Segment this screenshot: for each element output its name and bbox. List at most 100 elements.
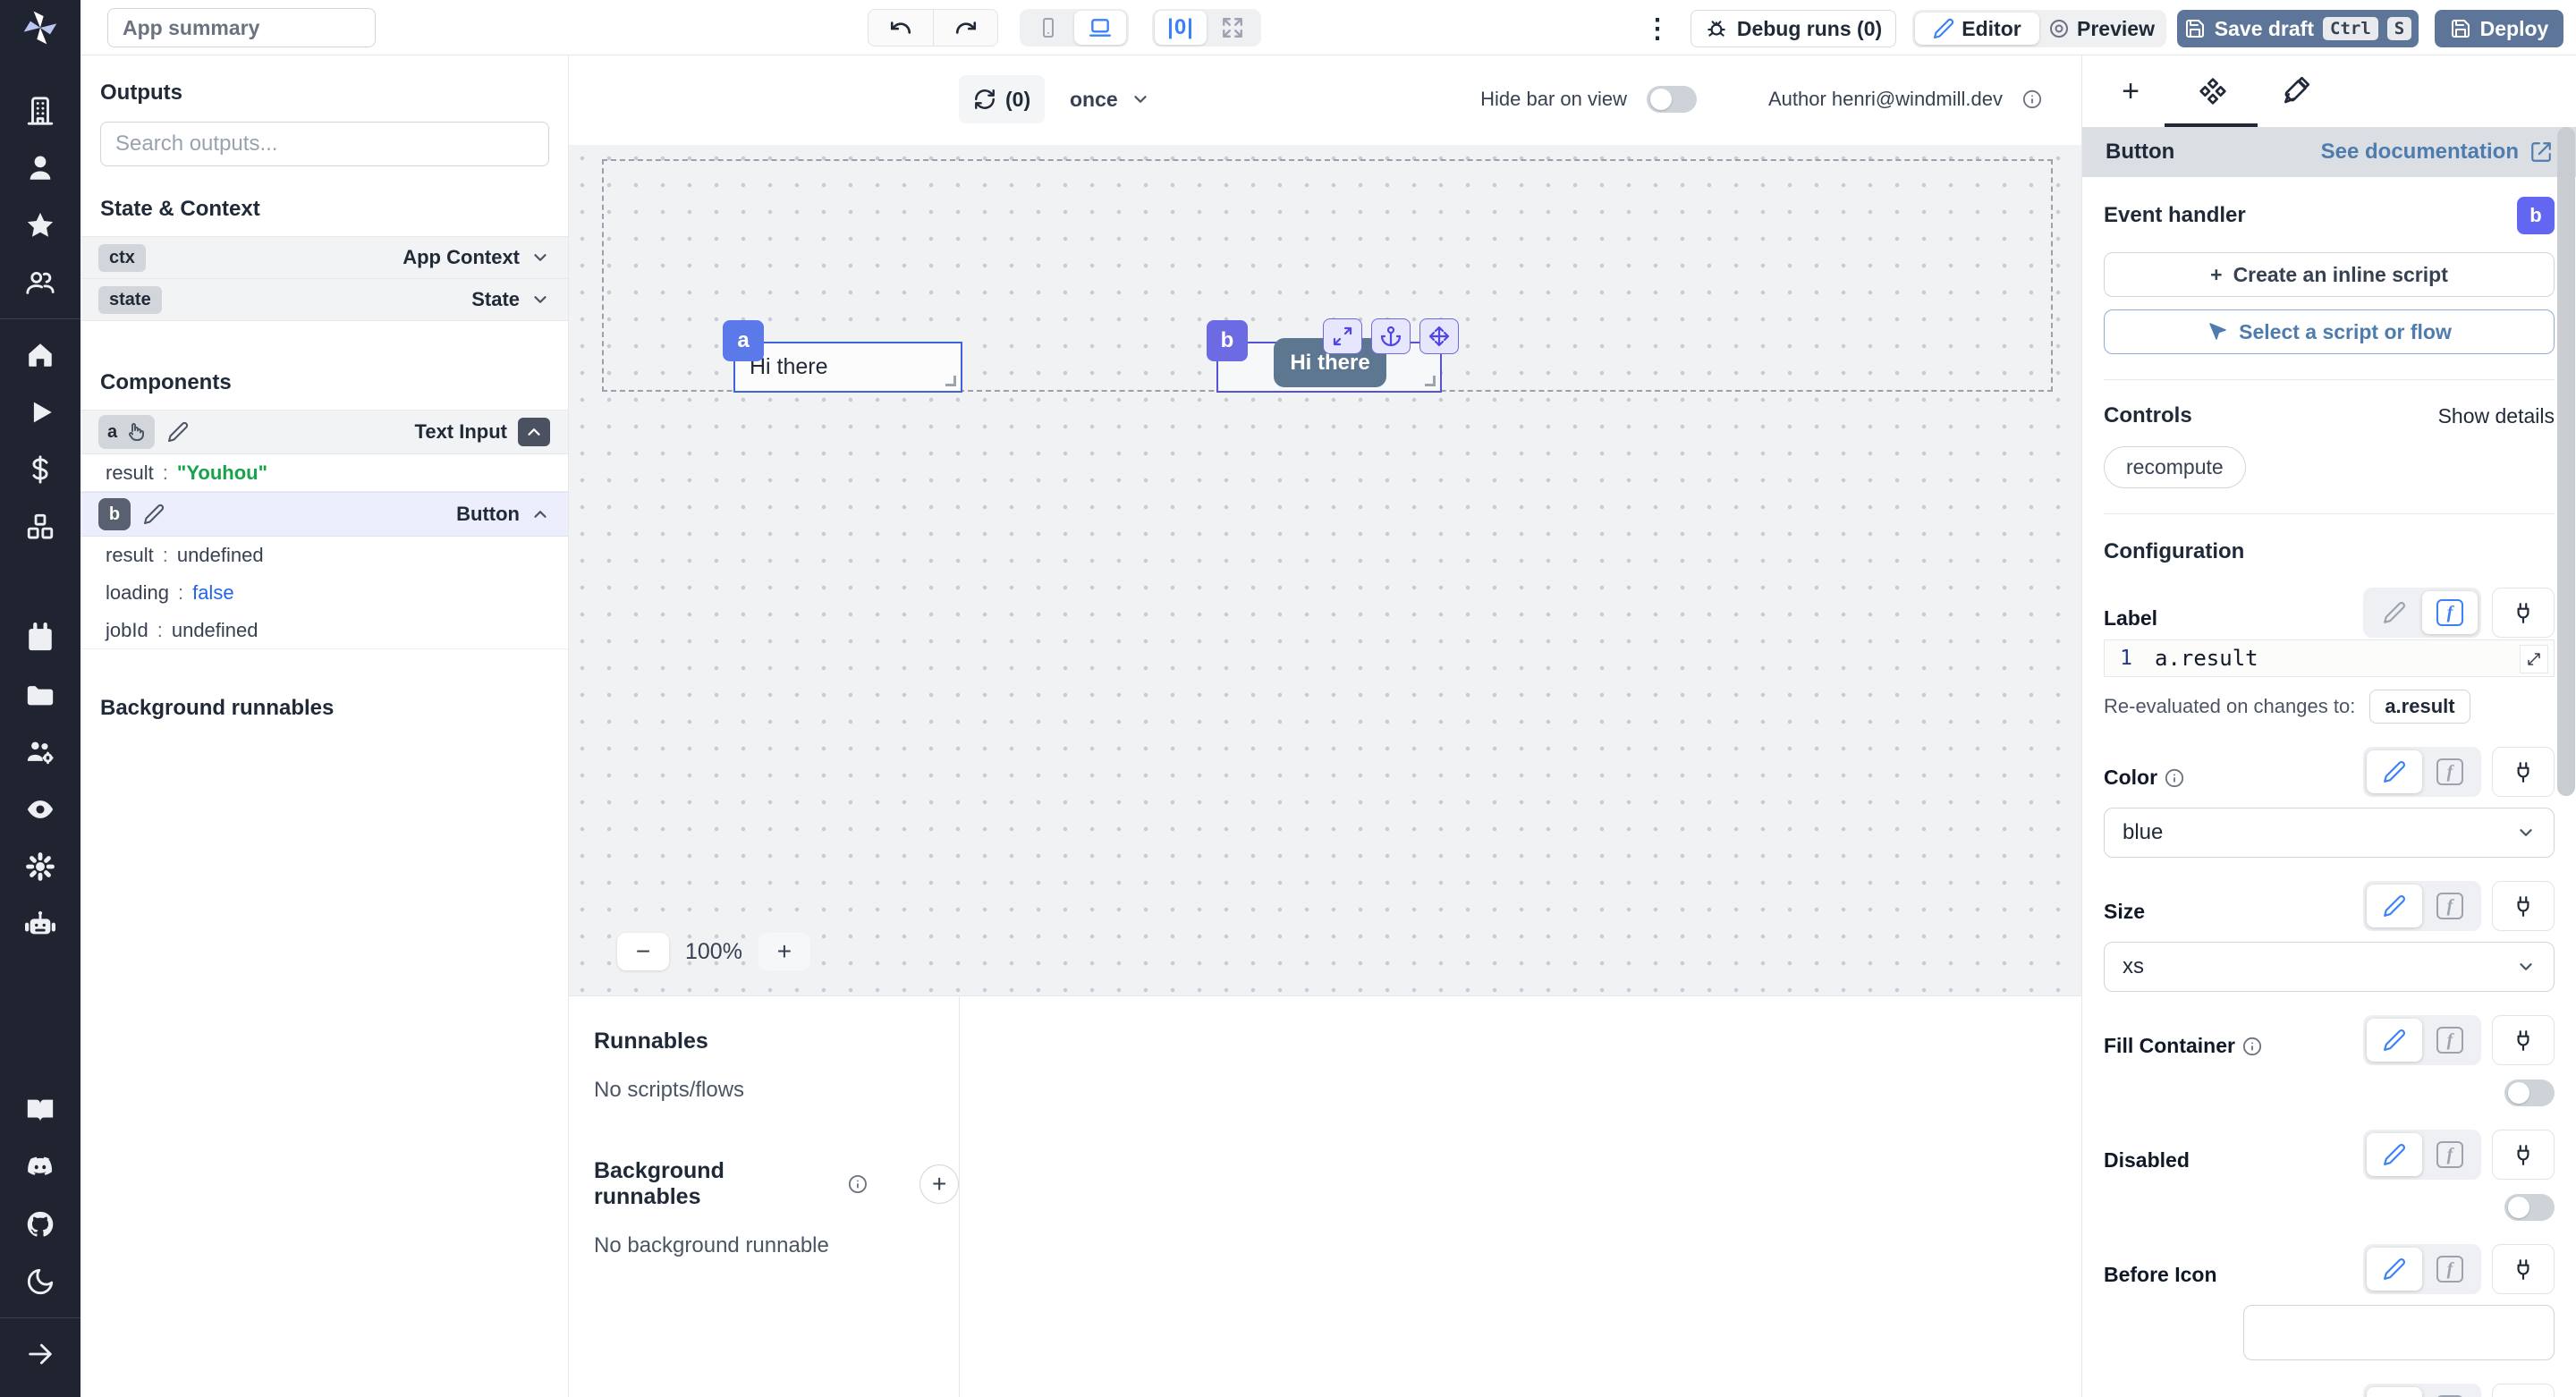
github-button[interactable] [0,1196,80,1253]
settings-button[interactable] [0,838,80,895]
zoom-in-button[interactable]: + [758,933,810,970]
eval-expression-button[interactable]: f [2422,591,2478,634]
component-row-a[interactable]: a Text Input [80,410,568,454]
static-value-button[interactable] [2367,1387,2422,1397]
expand-sidebar-button[interactable] [0,1325,80,1383]
connect-output-button[interactable] [2492,1244,2555,1294]
create-inline-script-button[interactable]: + Create an inline script [2104,252,2555,297]
save-draft-button[interactable]: Save draft Ctrl S [2177,10,2419,47]
schedules-button[interactable] [0,609,80,666]
select-script-or-flow-button[interactable]: Select a script or flow [2104,309,2555,354]
pencil-icon[interactable] [167,421,189,443]
favorites-button[interactable] [0,197,80,254]
see-documentation-link[interactable]: See documentation [2321,140,2553,165]
disabled-toggle[interactable] [2504,1194,2555,1221]
expand-editor-button[interactable] [2520,645,2548,673]
app-canvas[interactable]: a Hi there b Hi there − 100% + [569,145,2081,995]
before-icon-input[interactable] [2243,1305,2555,1360]
ctx-row[interactable]: ctx App Context [80,236,568,279]
show-details-link[interactable]: Show details [2438,404,2555,428]
static-value-button[interactable] [2367,1248,2422,1291]
refresh-button[interactable]: (0) [959,75,1046,123]
more-menu-button[interactable]: ⋮ [1644,11,1671,47]
static-value-button[interactable] [2367,750,2422,793]
eval-expression-button[interactable]: f [2422,885,2478,927]
add-background-runnable-button[interactable]: + [919,1164,960,1204]
workspace-button[interactable] [0,82,80,140]
eval-expression-button[interactable]: f [2422,1387,2478,1397]
eval-expression-button[interactable]: f [2422,1019,2478,1062]
tab-styling[interactable] [2254,56,2336,126]
connect-output-button[interactable] [2492,588,2555,638]
runs-button[interactable] [0,384,80,441]
full-width-button[interactable] [1207,11,1258,45]
fill-container-toggle[interactable] [2504,1080,2555,1106]
size-select[interactable]: xs [2104,942,2555,992]
home-button[interactable] [0,326,80,384]
chevron-down-icon[interactable] [530,290,550,309]
desktop-view-button[interactable] [1074,11,1126,45]
dark-mode-button[interactable] [0,1253,80,1310]
canvas-component-a-badge[interactable]: a [723,320,764,361]
canvas-text-input-a[interactable]: Hi there [733,342,962,393]
deploy-button[interactable]: Deploy [2435,10,2563,47]
search-outputs-input[interactable] [100,122,549,166]
chevron-up-icon[interactable] [530,504,550,524]
variables-button[interactable] [0,441,80,498]
groups-button[interactable] [0,254,80,311]
tab-preview[interactable]: Preview [2039,13,2164,45]
recompute-button[interactable]: recompute [2104,446,2246,488]
ai-assistant-button[interactable] [0,895,80,952]
discord-button[interactable] [0,1139,80,1196]
hand-pointer-icon [129,423,145,441]
connect-output-button[interactable] [2492,881,2555,931]
anchor-component-button[interactable] [1371,318,1411,354]
component-row-b[interactable]: b Button [80,492,568,537]
static-value-button[interactable] [2367,885,2422,927]
app-summary-input[interactable] [107,8,376,47]
eval-expression-button[interactable]: f [2422,1133,2478,1176]
refresh-mode-dropdown[interactable]: once [1070,75,1150,123]
windmill-logo[interactable] [0,0,80,55]
connect-output-button[interactable] [2492,1384,2555,1397]
event-handler-component-badge[interactable]: b [2517,197,2555,234]
audit-logs-button[interactable] [0,781,80,838]
eval-expression-button[interactable]: f [2422,1248,2478,1291]
expand-component-button[interactable] [1323,318,1362,354]
color-select[interactable]: blue [2104,808,2555,858]
redo-button[interactable] [933,10,997,46]
undo-button[interactable] [869,10,933,46]
zoom-out-button[interactable]: − [617,933,669,970]
chevron-down-icon[interactable] [530,248,550,267]
label-expression-editor[interactable]: 1 a.result [2104,639,2555,677]
hide-bar-toggle[interactable] [1646,86,1697,113]
static-value-button[interactable] [2367,591,2422,634]
resources-button[interactable] [0,498,80,555]
tab-editor[interactable]: Editor [1915,13,2039,45]
center-layout-button[interactable]: |0| [1155,11,1207,45]
static-value-button[interactable] [2367,1133,2422,1176]
groups-admin-button[interactable] [0,724,80,781]
eval-expression-button[interactable]: f [2422,750,2478,793]
connect-output-button[interactable] [2492,1015,2555,1065]
state-row[interactable]: state State [80,278,568,321]
static-value-button[interactable] [2367,1019,2422,1062]
reeval-dependency-pill[interactable]: a.result [2369,690,2470,724]
connect-output-button[interactable] [2492,1130,2555,1180]
folders-button[interactable] [0,666,80,724]
tab-component-settings[interactable] [2172,56,2254,126]
settings-scrollbar[interactable] [2557,127,2575,796]
cursor-icon [2209,323,2226,340]
user-button[interactable] [0,140,80,197]
mobile-view-button[interactable] [1022,11,1074,45]
debug-runs-button[interactable]: Debug runs (0) [1690,10,1896,47]
docs-button[interactable] [0,1081,80,1139]
canvas-component-b-badge[interactable]: b [1207,320,1248,361]
resize-handle[interactable] [945,376,956,386]
resize-handle[interactable] [1425,376,1436,386]
tab-insert-component[interactable]: + [2089,56,2172,126]
pencil-icon[interactable] [143,504,165,525]
move-component-button[interactable] [1419,318,1459,354]
connect-output-button[interactable] [2492,747,2555,797]
collapse-a-button[interactable] [518,418,550,446]
